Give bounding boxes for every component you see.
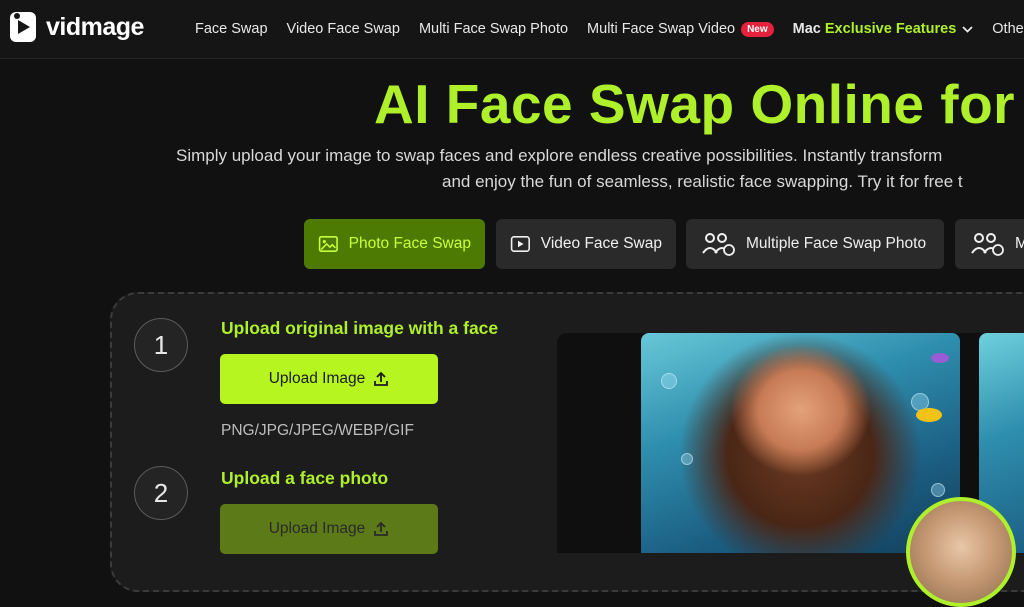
upload-icon (374, 371, 389, 386)
tab-multiple-face-swap-video[interactable]: M (955, 219, 1024, 269)
upload-face-photo-button[interactable]: Upload Image (220, 504, 438, 554)
upload-face-photo-label: Upload Image (268, 520, 366, 537)
new-badge: New (741, 21, 774, 37)
nav-multi-face-swap-video[interactable]: Multi Face Swap Video New (587, 21, 774, 37)
step-1-label: Upload original image with a face (221, 318, 499, 338)
step-2-label: Upload a face photo (221, 468, 389, 488)
group-swap-icon (702, 233, 735, 256)
tab-video-face-swap[interactable]: Video Face Swap (496, 219, 676, 269)
tab-multiple-face-swap-video-label: M (1015, 235, 1024, 252)
step-2-number: 2 (134, 466, 188, 520)
hero-title: AI Face Swap Online for (374, 73, 1016, 135)
tab-photo-face-swap-label: Photo Face Swap (348, 235, 471, 252)
group-swap-icon (971, 233, 1004, 256)
hero-subtitle-line2: and enjoy the fun of seamless, realistic… (442, 172, 963, 191)
brand-name: vidmage (46, 12, 144, 41)
nav-multi-face-swap-video-label: Multi Face Swap Video (587, 21, 736, 37)
hero-subtitle-line1: Simply upload your image to swap faces a… (176, 146, 943, 165)
sample-original-photo (641, 333, 960, 553)
chevron-down-icon (962, 21, 973, 37)
tab-video-face-swap-label: Video Face Swap (540, 235, 662, 252)
image-icon (318, 236, 338, 252)
nav-video-face-swap[interactable]: Video Face Swap (287, 21, 400, 37)
vidmage-logo-icon (8, 10, 40, 44)
nav-mac-exclusive-features[interactable]: Mac Exclusive Features (793, 21, 974, 37)
exclusive-features-label: Exclusive Features (824, 21, 957, 37)
upload-original-image-label: Upload Image (268, 370, 366, 387)
supported-formats: PNG/JPG/JPEG/WEBP/GIF (221, 422, 414, 439)
tab-photo-face-swap[interactable]: Photo Face Swap (304, 219, 485, 269)
logo[interactable]: vidmage (8, 10, 144, 44)
nav-other-ai-tools[interactable]: Other AI T (992, 21, 1024, 37)
face-photo-thumbnail (906, 497, 1016, 607)
play-icon (510, 236, 530, 252)
mac-label: Mac (792, 21, 821, 37)
step-1-number: 1 (134, 318, 188, 372)
top-nav: vidmage Face Swap Video Face Swap Multi … (0, 0, 1024, 59)
tab-multiple-face-swap-photo[interactable]: Multiple Face Swap Photo (686, 219, 944, 269)
tab-multiple-face-swap-photo-label: Multiple Face Swap Photo (746, 235, 927, 252)
nav-multi-face-swap-photo[interactable]: Multi Face Swap Photo (419, 21, 568, 37)
nav-face-swap[interactable]: Face Swap (195, 21, 268, 37)
upload-original-image-button[interactable]: Upload Image (220, 354, 438, 404)
upload-icon (374, 521, 389, 536)
